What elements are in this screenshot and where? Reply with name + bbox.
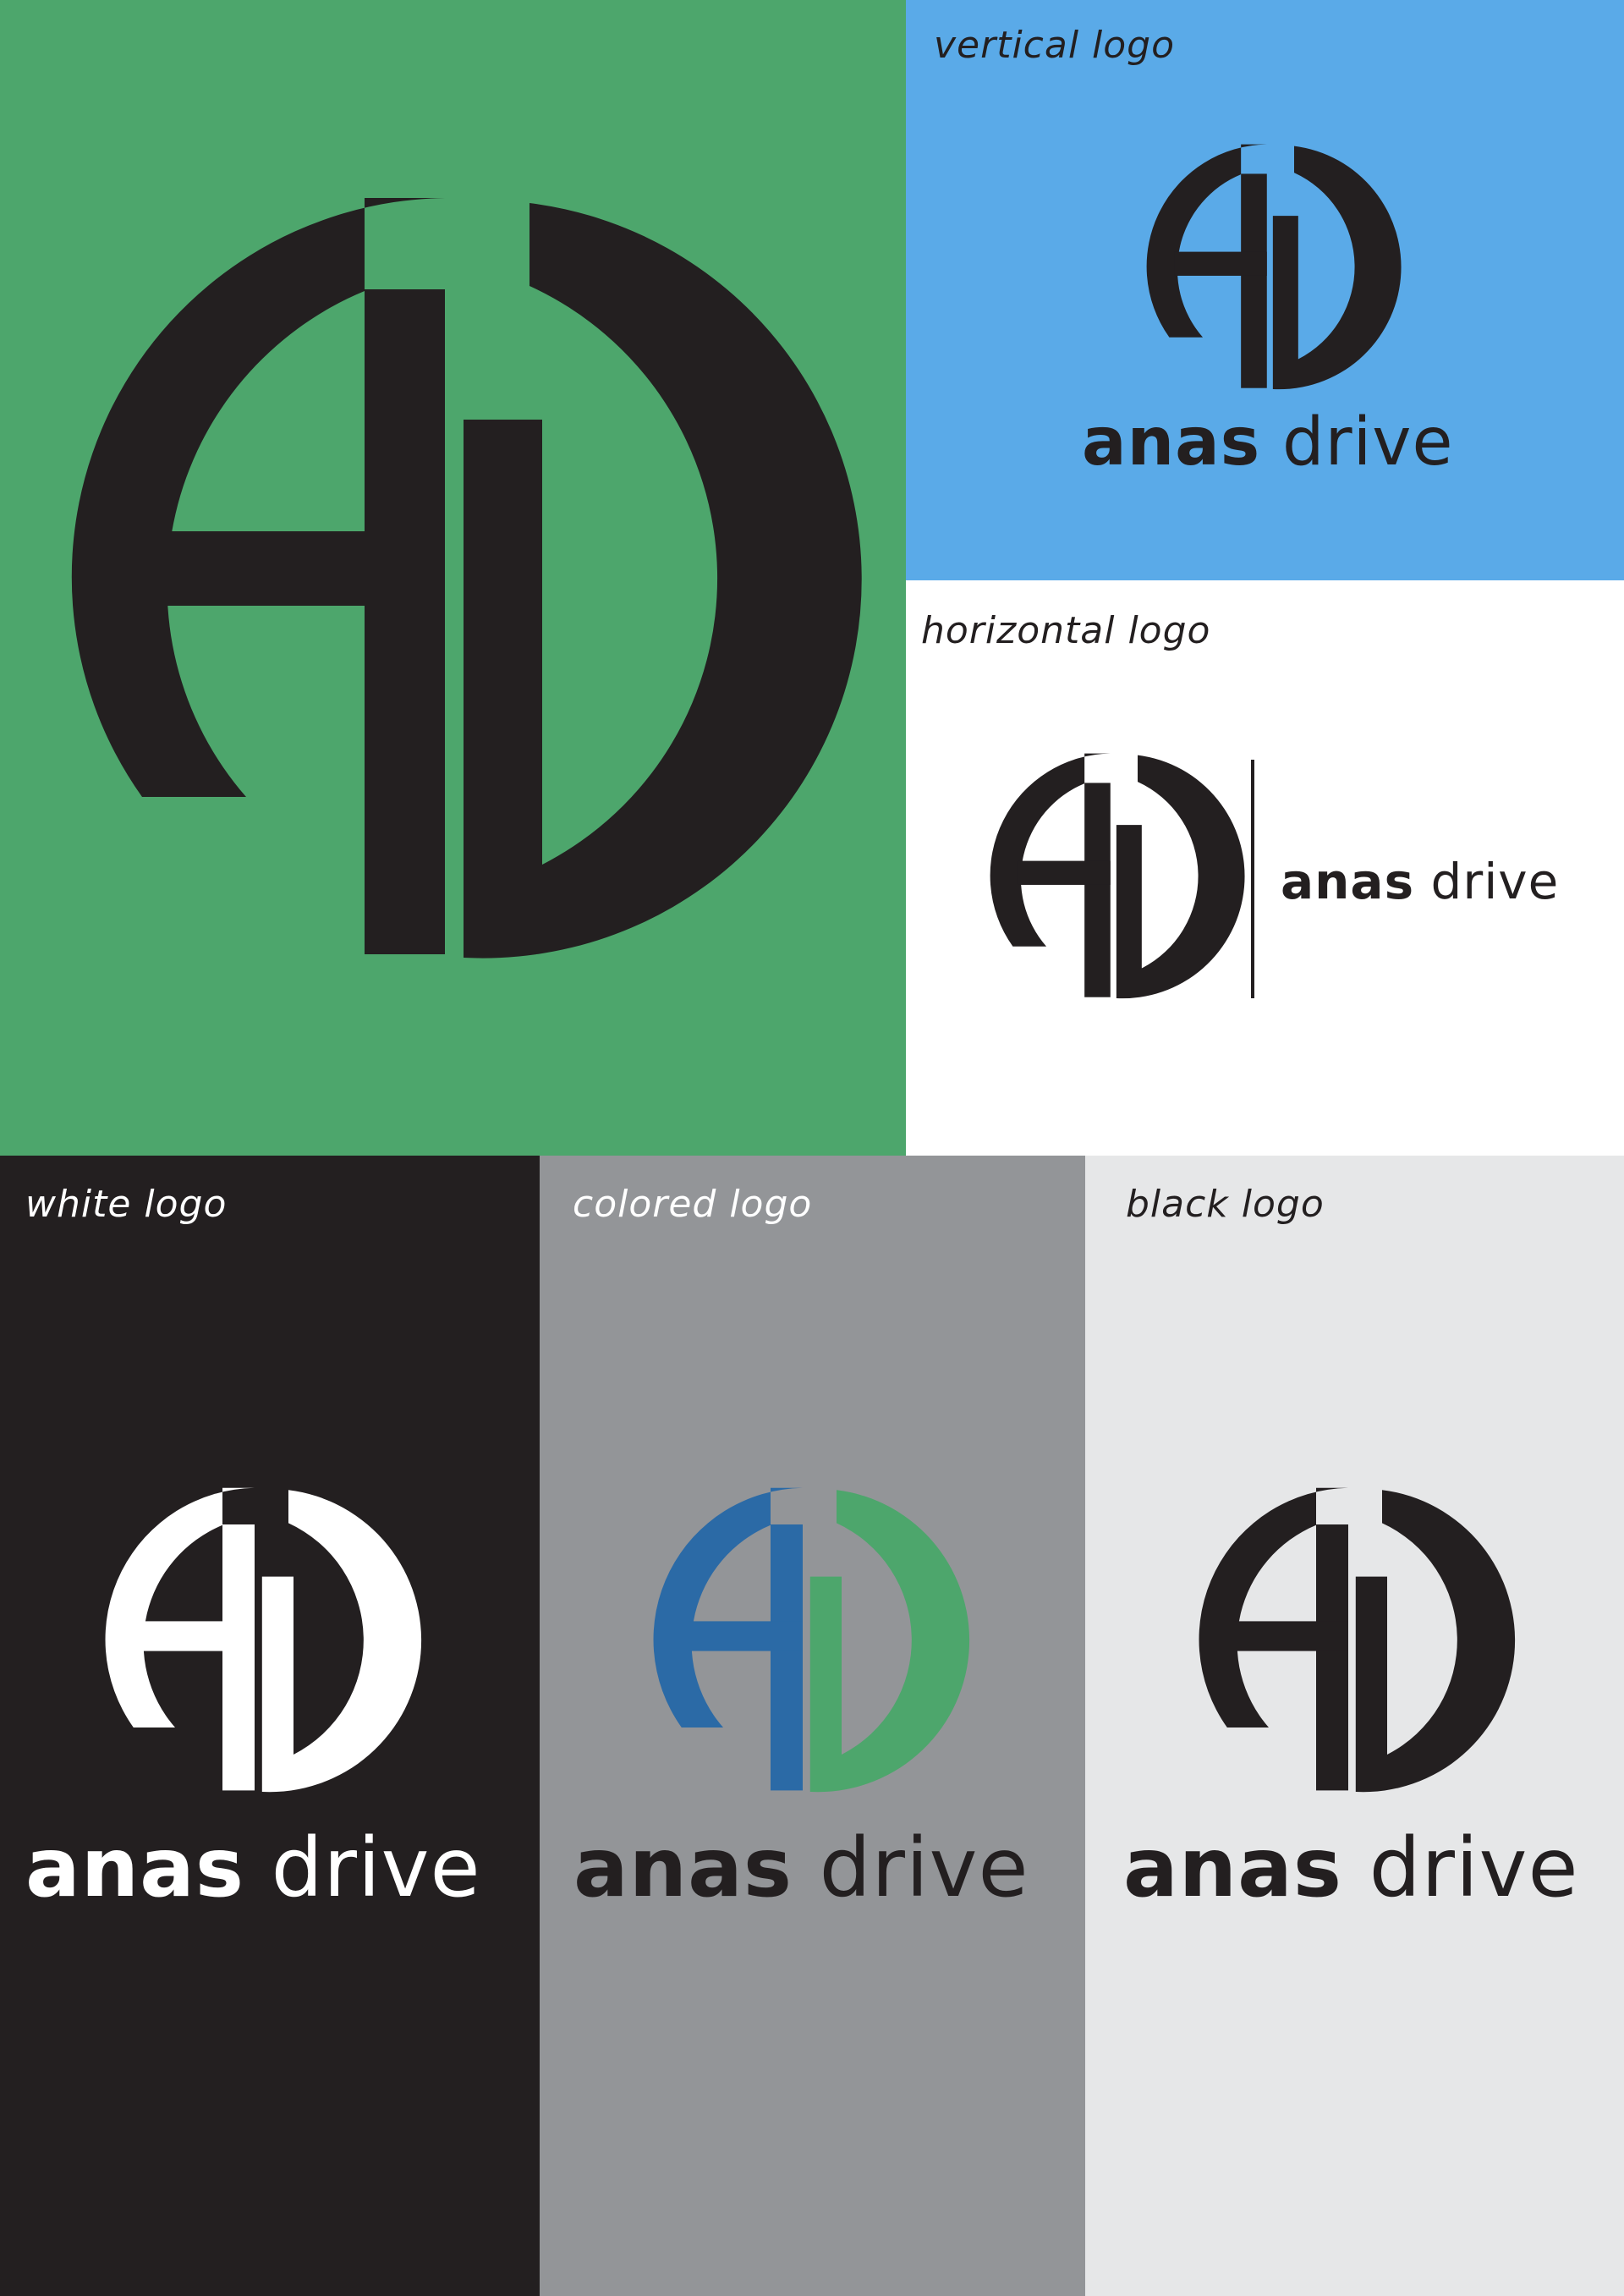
wordmark-bold: anas xyxy=(573,1821,793,1915)
wordmark-light: drive xyxy=(1282,404,1454,481)
black-logo-caption: black logo xyxy=(1126,1183,1325,1226)
wordmark-light: drive xyxy=(271,1821,481,1915)
vertical-logo-caption: vertical logo xyxy=(934,24,1176,67)
horizontal-wordmark: anas drive xyxy=(1281,853,1559,910)
ad-monogram-logo xyxy=(653,1487,970,1793)
ad-monogram-logo xyxy=(990,753,1245,999)
ad-monogram-logo xyxy=(71,198,862,958)
wordmark-light: drive xyxy=(819,1821,1029,1915)
wordmark-bold: anas xyxy=(1123,1821,1343,1915)
colored-logo-caption: colored logo xyxy=(573,1183,813,1226)
colored-logo-panel: colored logo anas drive xyxy=(540,1156,1085,2296)
black-logo-panel: black logo anas drive xyxy=(1085,1156,1624,2296)
ad-monogram-logo xyxy=(1146,144,1402,390)
white-logo-caption: white logo xyxy=(25,1183,228,1226)
wordmark-light: drive xyxy=(1430,853,1560,910)
horizontal-logo-caption: horizontal logo xyxy=(921,609,1211,652)
ad-monogram-logo xyxy=(1199,1487,1516,1793)
ad-monogram-logo xyxy=(105,1487,422,1793)
vertical-wordmark: anas drive xyxy=(1082,404,1453,481)
black-wordmark: anas drive xyxy=(1123,1821,1579,1915)
white-wordmark: anas drive xyxy=(25,1821,481,1915)
primary-logo-panel xyxy=(0,0,906,1156)
colored-wordmark: anas drive xyxy=(573,1821,1029,1915)
white-logo-panel: white logo anas drive xyxy=(0,1156,540,2296)
wordmark-bold: anas xyxy=(1082,404,1261,481)
vertical-logo-panel: vertical logo anas drive xyxy=(906,0,1624,580)
wordmark-bold: anas xyxy=(1281,853,1415,910)
wordmark-light: drive xyxy=(1369,1821,1579,1915)
wordmark-bold: anas xyxy=(25,1821,245,1915)
logo-divider xyxy=(1251,760,1254,998)
horizontal-logo-panel: horizontal logo anas drive xyxy=(906,580,1624,1156)
